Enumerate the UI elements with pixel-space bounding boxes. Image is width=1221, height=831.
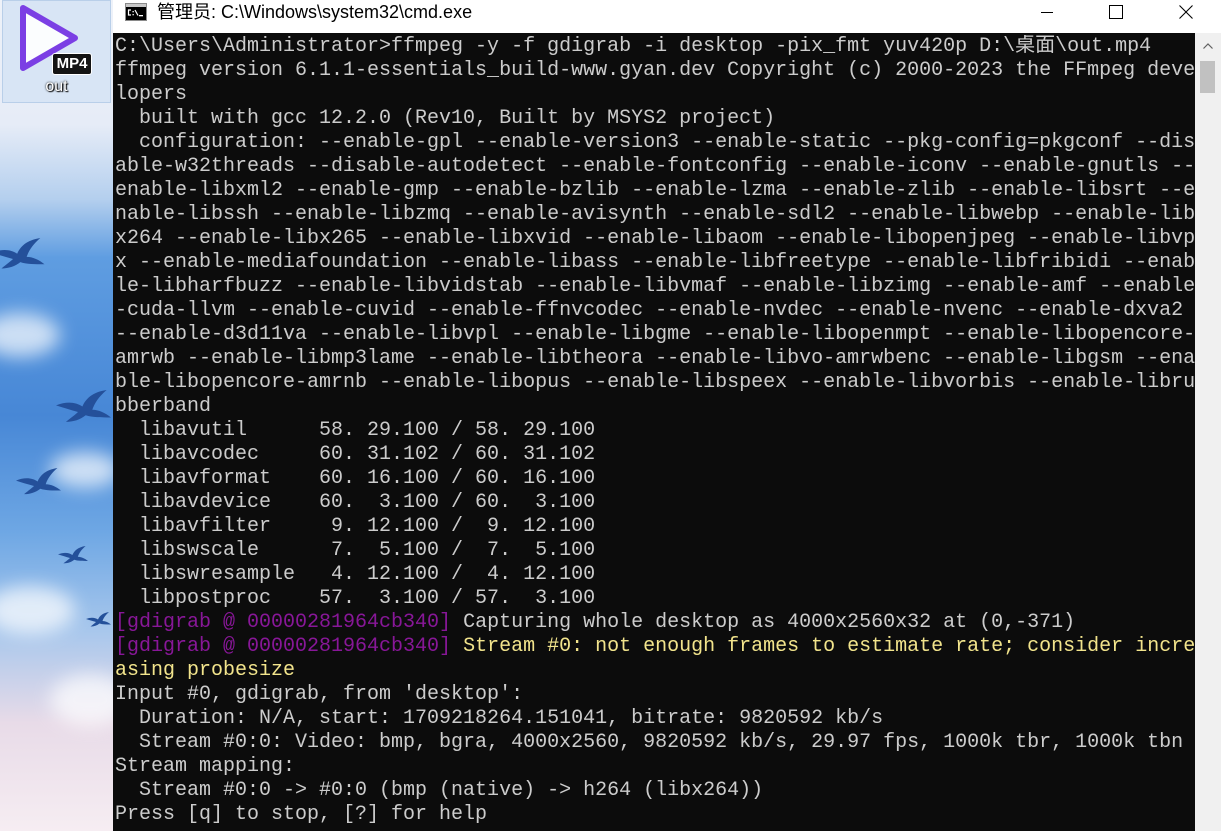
console-line: amrwb --enable-libmp3lame --enable-libth…: [115, 347, 1195, 370]
minimize-button[interactable]: [1024, 0, 1070, 24]
scrollbar-thumb[interactable]: [1200, 61, 1215, 93]
desktop: MP4 out: [0, 0, 113, 831]
console-line: nable-libssh --enable-libzmq --enable-av…: [115, 203, 1195, 226]
console-line: -cuda-llvm --enable-cuvid --enable-ffnvc…: [115, 299, 1184, 322]
console-line: C:\Users\Administrator>ffmpeg -y -f gdig…: [115, 35, 1152, 58]
console-line: bberband: [115, 395, 212, 418]
chevron-up-icon: [1203, 43, 1213, 49]
console-line: le-libharfbuzz --enable-libvidstab --ena…: [115, 275, 1195, 298]
console-line: Input #0, gdigrab, from 'desktop':: [115, 683, 524, 706]
console-line: libavdevice 60. 3.100 / 60. 3.100: [115, 491, 596, 514]
console-line: libpostproc 57. 3.100 / 57. 3.100: [115, 587, 596, 610]
close-icon: [1179, 5, 1193, 19]
console-line: libavfilter 9. 12.100 / 9. 12.100: [115, 515, 596, 538]
title-bar[interactable]: 管理员: C:\Windows\system32\cmd.exe: [113, 0, 1221, 33]
log-message: Capturing whole desktop as 4000x2560x32 …: [463, 611, 1076, 634]
console-line: Stream #0:0 -> #0:0 (bmp (native) -> h26…: [115, 779, 764, 802]
vertical-scrollbar[interactable]: [1195, 33, 1221, 831]
console-line: [gdigrab @ 00000281964cb340] Capturing w…: [115, 611, 1195, 635]
console-line: libavformat 60. 16.100 / 60. 16.100: [115, 467, 596, 490]
cmd-icon: [125, 3, 147, 21]
console-line: lopers: [115, 83, 188, 106]
console-line: x264 --enable-libx265 --enable-libxvid -…: [115, 227, 1195, 250]
desktop-wallpaper: [0, 0, 113, 831]
close-button[interactable]: [1163, 0, 1209, 24]
warning-message: Stream #0: not enough frames to estimate…: [463, 635, 1195, 658]
console-line: libswscale 7. 5.100 / 7. 5.100: [115, 539, 596, 562]
cmd-window: 管理员: C:\Windows\system32\cmd.exe C:\User…: [113, 0, 1221, 831]
minimize-icon: [1041, 12, 1053, 13]
file-type-badge: MP4: [52, 53, 92, 75]
maximize-icon: [1109, 5, 1123, 19]
desktop-icon-label: out: [45, 78, 68, 95]
console-output[interactable]: C:\Users\Administrator>ffmpeg -y -f gdig…: [113, 33, 1195, 831]
console-line: x --enable-mediafoundation --enable-liba…: [115, 251, 1195, 274]
console-line: Stream mapping:: [115, 755, 296, 778]
console-line: Duration: N/A, start: 1709218264.151041,…: [115, 707, 884, 730]
console-line: libavcodec 60. 31.102 / 60. 31.102: [115, 443, 596, 466]
log-prefix: [gdigrab @ 00000281964cb340]: [115, 635, 452, 658]
console-line: [gdigrab @ 00000281964cb340] Stream #0: …: [115, 635, 1195, 659]
console-line: Press [q] to stop, [?] for help: [115, 803, 488, 826]
console-line: libavutil 58. 29.100 / 58. 29.100: [115, 419, 596, 442]
console-line: configuration: --enable-gpl --enable-ver…: [115, 131, 1195, 154]
console-line: built with gcc 12.2.0 (Rev10, Built by M…: [115, 107, 776, 130]
console-line: Stream #0:0: Video: bmp, bgra, 4000x2560…: [115, 731, 1184, 754]
desktop-file-icon-out[interactable]: MP4 out: [2, 0, 111, 103]
console-line: libswresample 4. 12.100 / 4. 12.100: [115, 563, 596, 586]
console-line: ble-libopencore-amrnb --enable-libopus -…: [115, 371, 1195, 394]
console-line: able-w32threads --disable-autodetect --e…: [115, 155, 1195, 178]
log-prefix: [gdigrab @ 00000281964cb340]: [115, 611, 452, 634]
console-line: asing probesize: [115, 659, 296, 682]
console-line: ffmpeg version 6.1.1-essentials_build-ww…: [115, 59, 1195, 82]
window-title: 管理员: C:\Windows\system32\cmd.exe: [157, 2, 473, 22]
console-line: --enable-d3d11va --enable-libvpl --enabl…: [115, 323, 1195, 346]
console-line: enable-libxml2 --enable-gmp --enable-bzl…: [115, 179, 1195, 202]
maximize-button[interactable]: [1093, 0, 1139, 24]
scroll-up-button[interactable]: [1195, 35, 1221, 57]
